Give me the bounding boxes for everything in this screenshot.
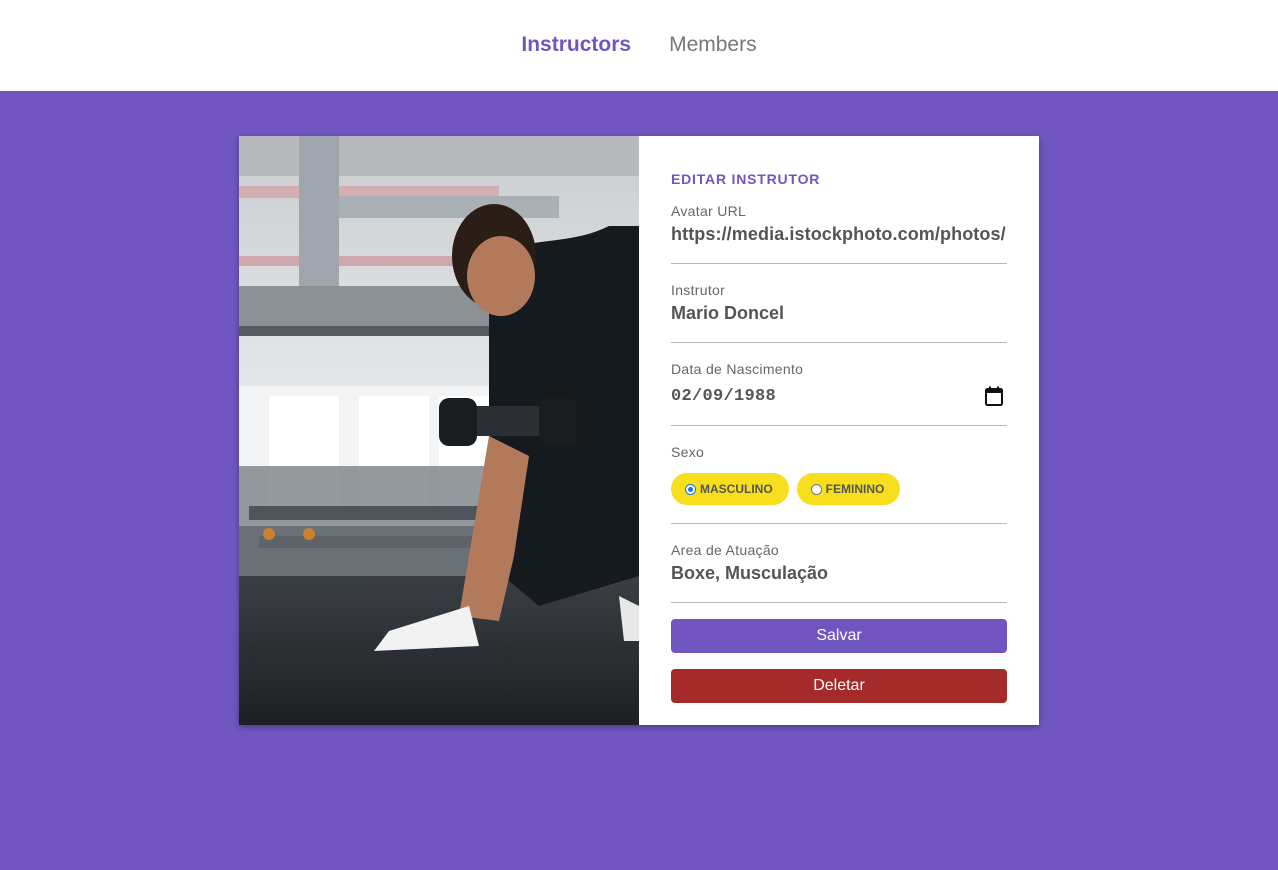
area-input[interactable]	[671, 563, 1007, 584]
birth-date-field: Data de Nascimento 02/09/1988	[671, 361, 1007, 426]
top-navigation: Instructors Members	[0, 0, 1278, 91]
avatar-url-label: Avatar URL	[671, 203, 747, 219]
nav-instructors-link[interactable]: Instructors	[521, 33, 631, 59]
gender-field: Sexo MASCULINO FEMININO	[671, 444, 1007, 524]
edit-instructor-form: EDITAR INSTRUTOR Avatar URL Instrutor Da…	[639, 136, 1039, 725]
instructor-card: EDITAR INSTRUTOR Avatar URL Instrutor Da…	[239, 136, 1039, 725]
instrutor-name-input[interactable]	[671, 303, 1007, 324]
area-field: Area de Atuação	[671, 542, 1007, 603]
gender-radio-group: MASCULINO FEMININO	[671, 473, 1007, 505]
gender-option-masculino[interactable]: MASCULINO	[671, 473, 789, 505]
radio-feminino[interactable]	[810, 483, 822, 495]
avatar-url-field: Avatar URL	[671, 203, 1007, 264]
instructor-avatar-image	[239, 136, 639, 725]
calendar-icon[interactable]	[983, 385, 1005, 407]
instrutor-label: Instrutor	[671, 282, 726, 298]
gym-photo-illustration	[239, 136, 639, 725]
form-title: EDITAR INSTRUTOR	[671, 171, 821, 187]
nav-members-link[interactable]: Members	[669, 33, 757, 59]
radio-masculino-label: MASCULINO	[700, 482, 773, 496]
avatar-url-input[interactable]	[671, 224, 1007, 245]
gender-option-feminino[interactable]: FEMININO	[796, 473, 901, 505]
birth-date-label: Data de Nascimento	[671, 361, 804, 377]
gender-label: Sexo	[671, 444, 705, 460]
birth-date-value[interactable]: 02/09/1988	[671, 387, 776, 406]
area-label: Area de Atuação	[671, 542, 780, 558]
instrutor-field: Instrutor	[671, 282, 1007, 343]
radio-masculino[interactable]	[685, 483, 696, 495]
delete-button[interactable]: Deletar	[671, 669, 1007, 703]
radio-feminino-label: FEMININO	[825, 482, 885, 496]
save-button[interactable]: Salvar	[671, 619, 1007, 653]
birth-date-input[interactable]: 02/09/1988	[671, 385, 1007, 407]
